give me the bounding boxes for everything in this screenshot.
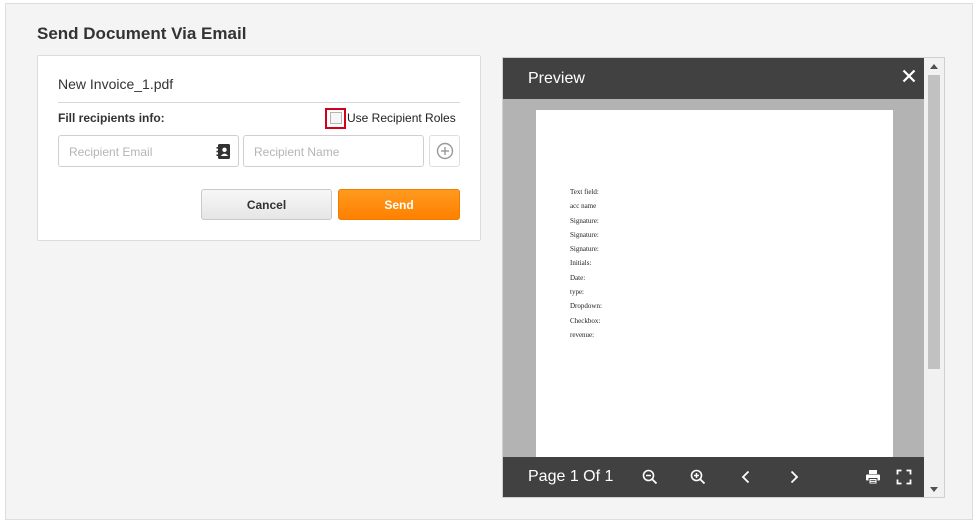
preview-pane: Preview Text field: acc name Signature: Sig… xyxy=(502,57,945,498)
recipient-form-card: New Invoice_1.pdf Fill recipients info: … xyxy=(37,55,481,241)
use-recipient-roles-label[interactable]: Use Recipient Roles xyxy=(347,111,456,125)
preview-scrollbar[interactable] xyxy=(924,58,944,497)
document-field-label: revenue: xyxy=(570,330,595,339)
preview-title: Preview xyxy=(528,70,585,87)
address-book-icon[interactable] xyxy=(216,143,232,160)
print-icon[interactable] xyxy=(865,469,881,485)
cancel-button[interactable]: Cancel xyxy=(201,189,332,220)
use-recipient-roles-checkbox[interactable] xyxy=(329,112,342,124)
document-field-label: acc name xyxy=(570,202,597,211)
scrollbar-thumb[interactable] xyxy=(928,75,940,369)
zoom-in-icon[interactable] xyxy=(690,469,706,485)
plus-circle-icon xyxy=(436,142,453,160)
page-indicator: Page 1 Of 1 xyxy=(528,468,614,485)
document-field-label: type: xyxy=(570,288,584,297)
document-field-label: Signature: xyxy=(570,245,599,254)
divider xyxy=(58,102,460,103)
scroll-up-arrow-icon[interactable] xyxy=(924,58,944,74)
document-field-label: Dropdown: xyxy=(570,302,602,311)
recipient-email-placeholder: Recipient Email xyxy=(69,145,153,159)
send-email-panel: Send Document Via Email New Invoice_1.pd… xyxy=(5,3,973,520)
recipient-name-placeholder: Recipient Name xyxy=(254,145,340,159)
zoom-out-icon[interactable] xyxy=(642,469,658,485)
document-field-label: Initials: xyxy=(570,259,592,268)
document-field-label: Signature: xyxy=(570,230,599,239)
document-field-label: Signature: xyxy=(570,216,599,225)
previous-page-icon[interactable] xyxy=(738,469,754,485)
fullscreen-icon[interactable] xyxy=(896,469,912,485)
checkbox-highlight xyxy=(325,107,346,129)
recipient-name-input[interactable]: Recipient Name xyxy=(243,135,424,167)
preview-toolbar: Page 1 Of 1 xyxy=(503,457,924,497)
page-title: Send Document Via Email xyxy=(37,24,247,43)
document-file-name: New Invoice_1.pdf xyxy=(58,76,174,92)
document-field-label: Date: xyxy=(570,273,586,282)
use-recipient-roles-option: Use Recipient Roles xyxy=(325,107,456,129)
close-icon[interactable] xyxy=(902,69,916,83)
next-page-icon[interactable] xyxy=(786,469,802,485)
scroll-down-arrow-icon[interactable] xyxy=(924,481,944,497)
document-field-label: Checkbox: xyxy=(570,316,601,325)
add-recipient-button[interactable] xyxy=(429,135,460,167)
document-page: Text field: acc name Signature: Signature: S… xyxy=(536,110,893,457)
send-button[interactable]: Send xyxy=(338,189,460,220)
recipient-email-input[interactable]: Recipient Email xyxy=(58,135,239,167)
document-field-label: Text field: xyxy=(570,188,599,196)
document-field-list: Text field: acc name Signature: Signature: S… xyxy=(570,185,602,342)
preview-header: Preview xyxy=(503,58,924,99)
document-viewer: Text field: acc name Signature: Signature: S… xyxy=(503,99,924,457)
fill-recipients-label: Fill recipients info: xyxy=(58,111,165,125)
